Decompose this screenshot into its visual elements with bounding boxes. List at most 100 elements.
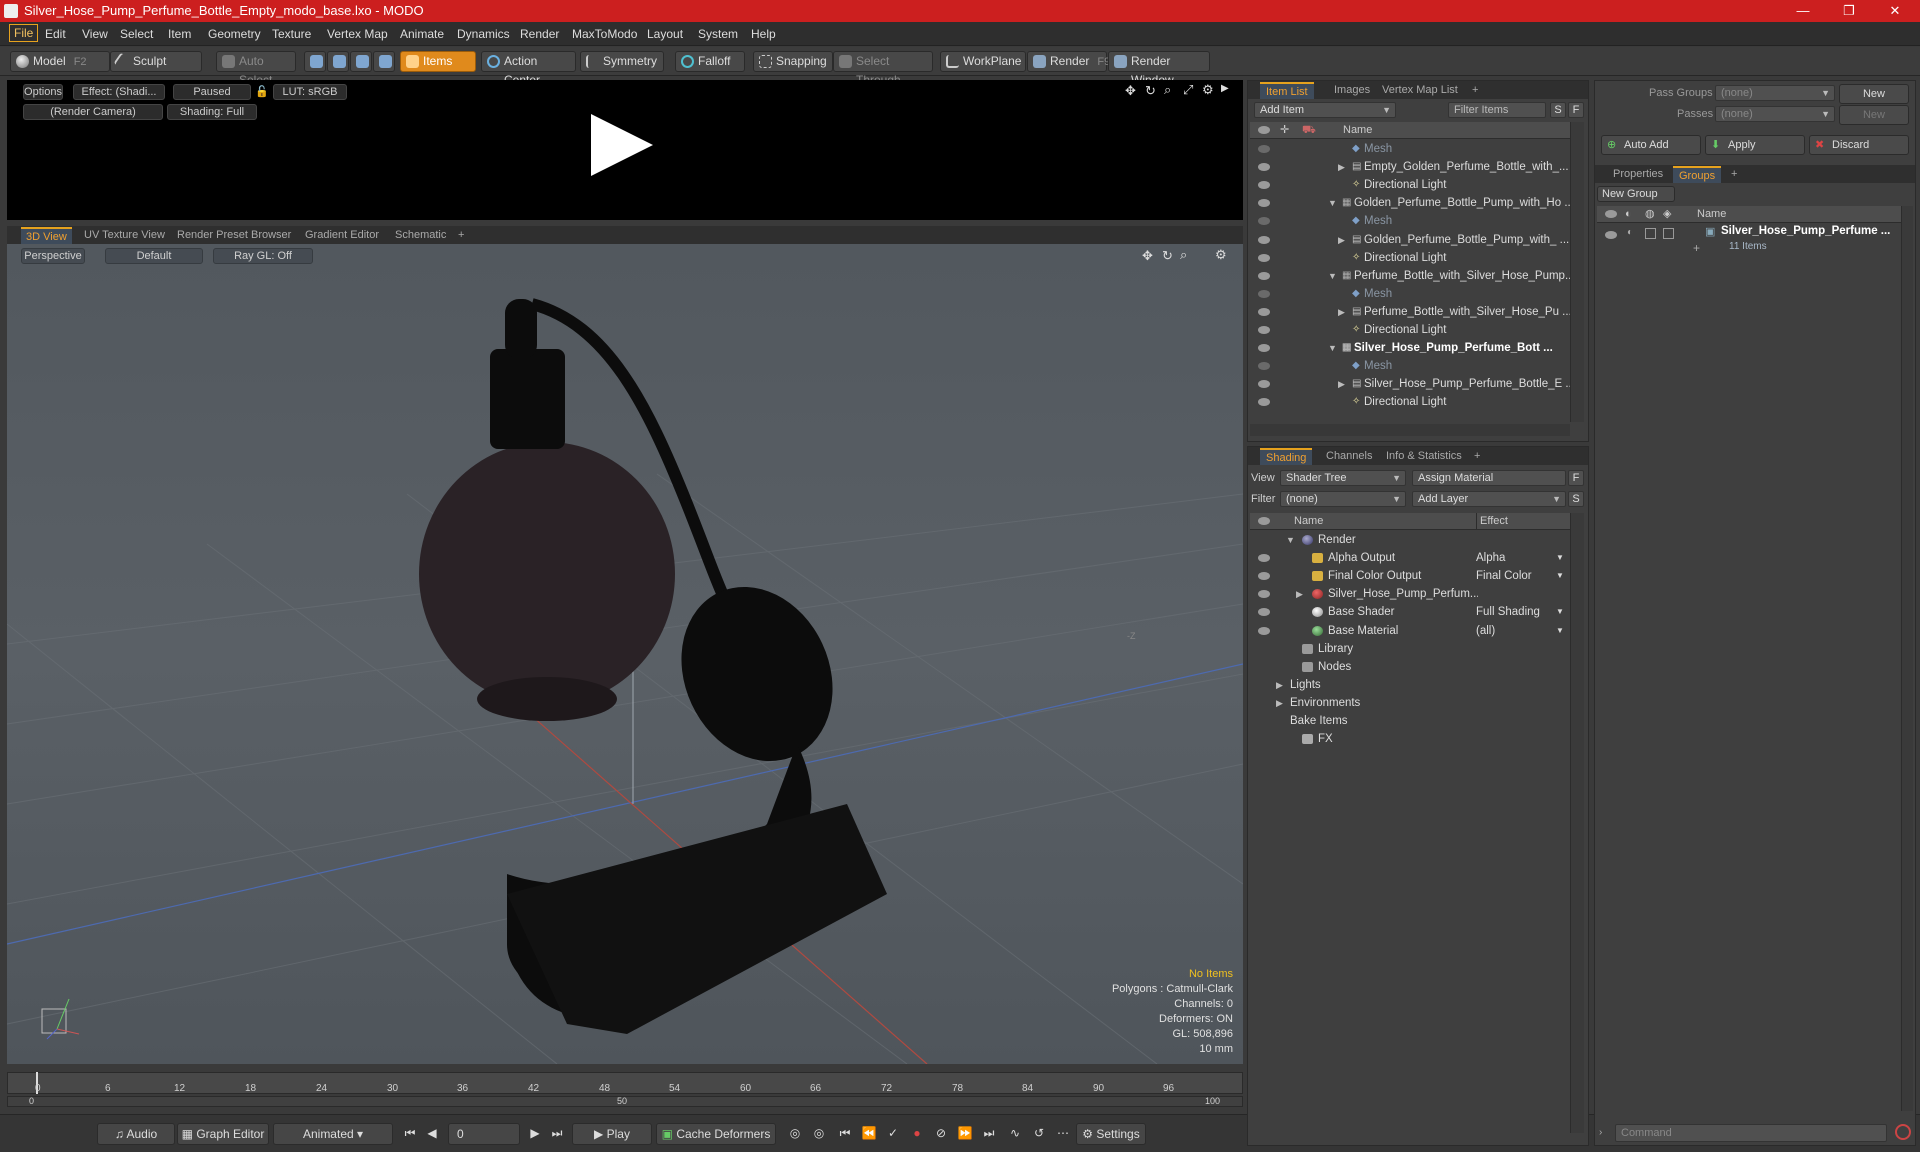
item-list-row[interactable]: ◆ Mesh — [1250, 140, 1570, 158]
vp-gear-icon[interactable]: ⚙ — [1215, 247, 1227, 263]
shader-tree-row[interactable]: Base Shader Full Shading ▼ — [1250, 603, 1570, 621]
item-list-row[interactable]: ▼ ▦ Silver_Hose_Pump_Perfume_Bott ... — [1250, 339, 1570, 357]
item-list-row[interactable]: ▶ ▤ Silver_Hose_Pump_Perfume_Bottle_E ... — [1250, 375, 1570, 393]
item-list-hscrollbar[interactable] — [1250, 424, 1570, 436]
zoom-icon[interactable]: ⌕ — [1164, 82, 1171, 98]
item-list-row[interactable]: ◆ Mesh — [1250, 212, 1570, 230]
group-render-icon[interactable]: ◐ — [1627, 227, 1633, 238]
workplane-button[interactable]: WorkPlane — [940, 51, 1026, 72]
menu-select[interactable]: Select — [115, 26, 158, 42]
visibility-eye-icon[interactable] — [1258, 590, 1270, 599]
add-groups-tab-button[interactable]: + — [1725, 166, 1743, 183]
add-shading-tab-button[interactable]: + — [1468, 448, 1486, 465]
new-pass-button[interactable]: New — [1839, 105, 1909, 125]
prev-key-icon[interactable]: ◀ — [422, 1123, 442, 1145]
shader-tree-row[interactable]: Base Material (all) ▼ — [1250, 622, 1570, 640]
item-list-row[interactable]: ▼ ▦ Golden_Perfume_Bottle_Pump_with_Ho ... — [1250, 194, 1570, 212]
group-visibility-icon[interactable] — [1605, 231, 1617, 239]
add-layer-dropdown[interactable]: Add Layer ▼ — [1412, 491, 1566, 507]
visibility-eye-icon[interactable] — [1258, 235, 1270, 244]
close-button[interactable]: ✕ — [1872, 0, 1918, 22]
sculpt-mode-button[interactable]: Sculpt — [110, 51, 202, 72]
new-group-button[interactable]: New Group — [1597, 186, 1675, 202]
tab-gradient-editor[interactable]: Gradient Editor — [300, 227, 384, 244]
assign-material-button[interactable]: Assign Material — [1412, 470, 1566, 486]
record-icon[interactable]: ● — [906, 1123, 928, 1145]
shader-tree-row[interactable]: ▼ Render — [1250, 531, 1570, 549]
expand-arrow-icon[interactable]: ▶ — [1296, 585, 1303, 603]
filter-s-button[interactable]: S — [1550, 102, 1566, 118]
tab-channels[interactable]: Channels — [1320, 448, 1378, 465]
expand-arrow-icon[interactable]: ▶ — [1338, 303, 1345, 321]
settings-button[interactable]: ⚙ Settings — [1076, 1123, 1146, 1145]
expand-arrow-icon[interactable]: ▶ — [1276, 694, 1283, 712]
shading-s-button[interactable]: S — [1568, 491, 1584, 507]
timeline-ruler[interactable] — [7, 1072, 1243, 1094]
vp-zoom-icon[interactable]: ⌕ — [1180, 247, 1187, 263]
vp-rotate-icon[interactable]: ↻ — [1162, 248, 1173, 264]
menu-vertex-map[interactable]: Vertex Map — [322, 26, 393, 42]
visibility-eye-icon[interactable] — [1258, 344, 1270, 353]
tab-3d-view[interactable]: 3D View — [21, 227, 72, 244]
arrow-right-icon[interactable]: ▶ — [1221, 83, 1229, 94]
chevron-down-icon[interactable]: ▼ — [1556, 622, 1564, 640]
tab-shading[interactable]: Shading — [1260, 448, 1313, 465]
snapping-button[interactable]: Snapping — [753, 51, 833, 72]
chevron-down-icon[interactable]: ▼ — [1556, 603, 1564, 621]
raygl-dropdown[interactable]: Ray GL: Off — [213, 248, 313, 264]
move-icon[interactable]: ✥ — [1125, 83, 1136, 99]
key-set-icon[interactable]: ✓ — [882, 1123, 904, 1145]
render-button[interactable]: Render F9 — [1027, 51, 1110, 72]
add-item-dropdown[interactable]: Add Item ▼ — [1254, 102, 1396, 118]
menu-maxtomodo[interactable]: MaxToModo — [567, 26, 642, 42]
new-pass-group-button[interactable]: New — [1839, 84, 1909, 104]
vertices-mode-button[interactable] — [304, 51, 326, 72]
item-list-row[interactable]: ✧ Directional Light — [1250, 249, 1570, 267]
preview-effect-dropdown[interactable]: Effect: (Shadi... — [73, 84, 165, 100]
visibility-eye-icon[interactable] — [1258, 554, 1270, 563]
key-extra-icon[interactable]: ⋯ — [1052, 1123, 1074, 1145]
group-row[interactable]: ◐ + ▣ Silver_Hose_Pump_Perfume ... 11 It… — [1597, 225, 1901, 261]
expand-arrow-icon[interactable]: ▶ — [1338, 375, 1345, 393]
next-key-icon[interactable]: ▶ — [526, 1123, 544, 1145]
pass-groups-dropdown[interactable]: (none) ▼ — [1715, 85, 1835, 101]
menu-system[interactable]: System — [693, 26, 743, 42]
shader-tree-row[interactable]: Library — [1250, 640, 1570, 658]
menu-dynamics[interactable]: Dynamics — [452, 26, 515, 42]
default-dropdown[interactable]: Default — [105, 248, 203, 264]
materials-mode-button[interactable] — [373, 51, 395, 72]
menu-animate[interactable]: Animate — [395, 26, 449, 42]
preview-options-button[interactable]: Options — [23, 84, 63, 100]
visibility-eye-icon[interactable] — [1258, 362, 1270, 371]
tab-properties[interactable]: Properties — [1607, 166, 1669, 183]
chevron-down-icon[interactable]: ▼ — [1556, 567, 1564, 585]
tab-images[interactable]: Images — [1328, 82, 1376, 99]
preview-paused-button[interactable]: Paused — [173, 84, 251, 100]
frame-input[interactable]: 0 — [448, 1123, 520, 1145]
menu-file[interactable]: File — [9, 24, 39, 42]
menu-layout[interactable]: Layout — [642, 26, 688, 42]
shading-dropdown[interactable]: Shading: Full — [167, 104, 257, 120]
tab-info-statistics[interactable]: Info & Statistics — [1380, 448, 1468, 465]
vp-move-icon[interactable]: ✥ — [1142, 248, 1153, 264]
key-tool-icon-1[interactable]: ◎ — [784, 1123, 806, 1145]
groups-scrollbar[interactable] — [1901, 206, 1913, 1111]
shader-effect[interactable]: Final Color — [1476, 567, 1532, 585]
visibility-eye-icon[interactable] — [1258, 572, 1270, 581]
shader-effect[interactable]: Alpha — [1476, 549, 1505, 567]
polygons-mode-button[interactable] — [350, 51, 372, 72]
filter-dropdown[interactable]: (none) ▼ — [1280, 491, 1406, 507]
filter-items-input[interactable]: Filter Items — [1448, 102, 1546, 118]
view-dropdown[interactable]: Shader Tree ▼ — [1280, 470, 1406, 486]
item-list-row[interactable]: ▶ ▤ Empty_Golden_Perfume_Bottle_with_... — [1250, 158, 1570, 176]
menu-view[interactable]: View — [77, 26, 113, 42]
expand-arrow-icon[interactable]: ▶ — [1338, 158, 1345, 176]
item-list-row[interactable]: ▶ ▤ Golden_Perfume_Bottle_Pump_with_ ... — [1250, 231, 1570, 249]
expand-icon[interactable]: + — [1693, 241, 1700, 255]
menu-geometry[interactable]: Geometry — [203, 26, 266, 42]
menu-item[interactable]: Item — [163, 26, 196, 42]
group-select-checkbox[interactable] — [1663, 228, 1674, 239]
shader-effect[interactable]: (all) — [1476, 622, 1495, 640]
shader-tree-row[interactable]: Nodes — [1250, 658, 1570, 676]
group-lock-checkbox[interactable] — [1645, 228, 1656, 239]
